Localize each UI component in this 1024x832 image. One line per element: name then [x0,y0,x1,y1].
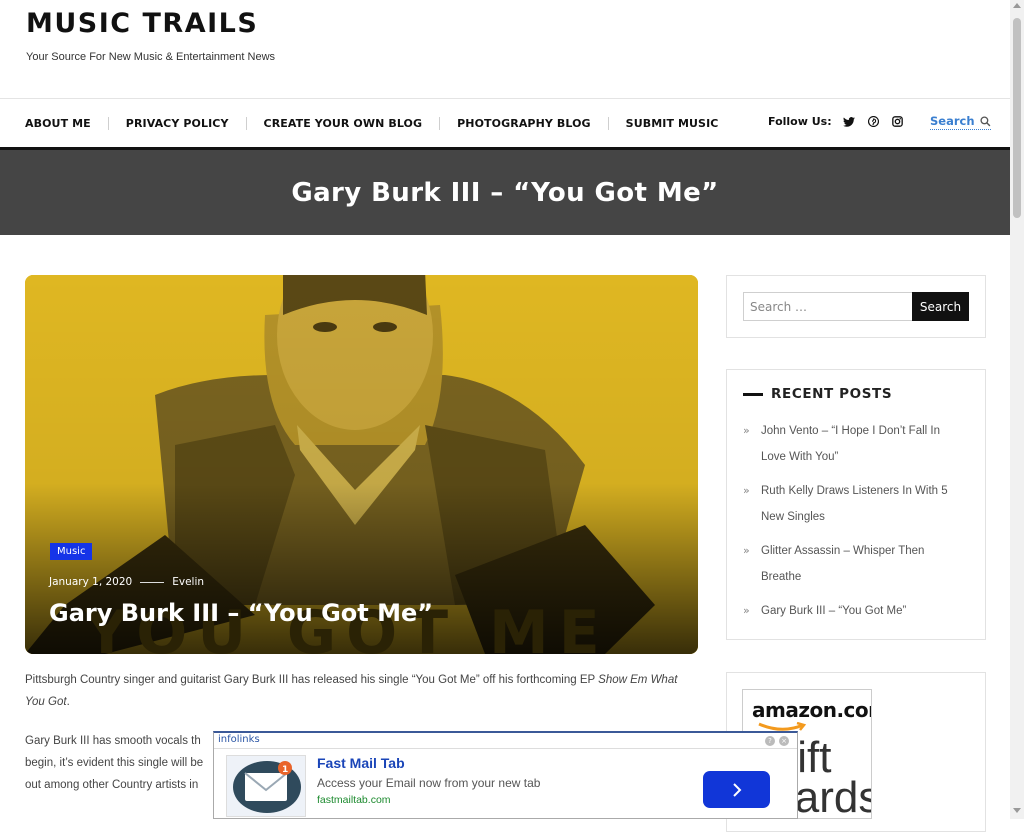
sidebar-search-input[interactable]: Search … [743,292,913,321]
scroll-down-arrow-icon[interactable] [1013,808,1021,813]
site-tagline: Your Source For New Music & Entertainmen… [26,51,276,63]
chevron-right-icon: » [743,424,750,437]
heading-accent-line [743,392,763,396]
recent-post-item: » John Vento – “I Hope I Don’t Fall In Lo… [743,418,971,470]
page-title-banner: Gary Burk III – “You Got Me” [0,150,1010,235]
post-author[interactable]: Evelin [172,576,204,588]
nav-privacy-policy[interactable]: PRIVACY POLICY [126,117,229,130]
post-title[interactable]: Gary Burk III – “You Got Me” [49,599,433,627]
scroll-up-arrow-icon[interactable] [1013,3,1021,8]
scrollbar-thumb[interactable] [1013,18,1021,218]
follow-us-label: Follow Us: [768,115,832,128]
ad-go-button[interactable] [703,771,770,808]
nav-create-your-own-blog[interactable]: CREATE YOUR OWN BLOG [264,117,423,130]
ad-title[interactable]: Fast Mail Tab [317,755,405,771]
recent-post-item: » Glitter Assassin – Whisper Then Breathe [743,538,971,590]
mail-badge-count: 1 [282,765,288,775]
chevron-right-icon: » [743,604,750,617]
nav-separator [107,116,109,130]
post-date[interactable]: January 1, 2020 [49,576,132,588]
ad-url[interactable]: fastmailtab.com [317,794,391,806]
nav-submit-music[interactable]: SUBMIT MUSIC [626,117,719,130]
nav-separator [439,116,441,130]
recent-post-item: » Gary Burk III – “You Got Me” [743,598,971,624]
chevron-right-icon: » [743,484,750,497]
meta-separator [140,581,165,583]
ad-divider [214,748,797,749]
ad-description: Access your Email now from your new tab [317,776,541,790]
header-search-label: Search [930,114,975,128]
search-icon [979,115,990,126]
search-widget: Search … Search [726,275,986,338]
chevron-right-icon [732,782,741,797]
instagram-icon[interactable] [891,115,904,128]
recent-post-item: » Ruth Kelly Draws Listeners In With 5 Ne… [743,478,971,530]
category-badge-music[interactable]: Music [50,543,93,560]
follow-us: Follow Us: [768,115,904,128]
post-paragraph-1: Pittsburgh Country singer and guitarist … [25,669,690,713]
recent-post-link[interactable]: John Vento – “I Hope I Don’t Fall In Love… [761,418,971,470]
nav-photography-blog[interactable]: PHOTOGRAPHY BLOG [457,117,591,130]
nav-separator [245,116,247,130]
recent-post-link[interactable]: Glitter Assassin – Whisper Then Breathe [761,538,971,590]
featured-image-art: YOU GOT ME [25,275,698,654]
amazon-logo: amazon.com [752,698,871,722]
page-title: Gary Burk III – “You Got Me” [291,177,719,208]
sidebar-search-button[interactable]: Search [912,292,969,321]
ad-brand[interactable]: infolinks [218,734,260,745]
nav-about-me[interactable]: ABOUT ME [25,117,91,130]
recent-posts-widget: RECENT POSTS » John Vento – “I Hope I Do… [726,369,986,640]
paragraph-text: Pittsburgh Country singer and guitarist … [25,674,599,686]
recent-posts-heading: RECENT POSTS [743,386,892,402]
paragraph-text: . [66,696,70,708]
nav-separator [607,116,609,130]
chevron-right-icon: » [743,544,750,557]
recent-post-link[interactable]: Ruth Kelly Draws Listeners In With 5 New … [761,478,971,530]
main-nav: ABOUT ME PRIVACY POLICY CREATE YOUR OWN … [25,116,718,130]
site-title[interactable]: MUSIC TRAILS [26,8,258,39]
infolinks-ad: infolinks ? × 1 Fast Mail Tab Access you… [213,731,798,819]
pinterest-icon[interactable] [867,115,880,128]
recent-posts-title: RECENT POSTS [771,386,893,402]
featured-image[interactable]: YOU GOT ME Music January 1, 2020 Evelin … [25,275,698,654]
header-divider [0,98,1010,99]
post-meta: January 1, 2020 Evelin [49,576,204,588]
mail-icon[interactable]: 1 [226,755,306,817]
recent-post-link[interactable]: Gary Burk III – “You Got Me” [761,598,971,624]
ad-info-button[interactable]: ? [765,736,775,746]
twitter-icon[interactable] [843,115,856,128]
page-scrollbar[interactable] [1010,0,1024,819]
header-search-link[interactable]: Search [930,114,991,130]
ad-close-button[interactable]: × [779,736,789,746]
